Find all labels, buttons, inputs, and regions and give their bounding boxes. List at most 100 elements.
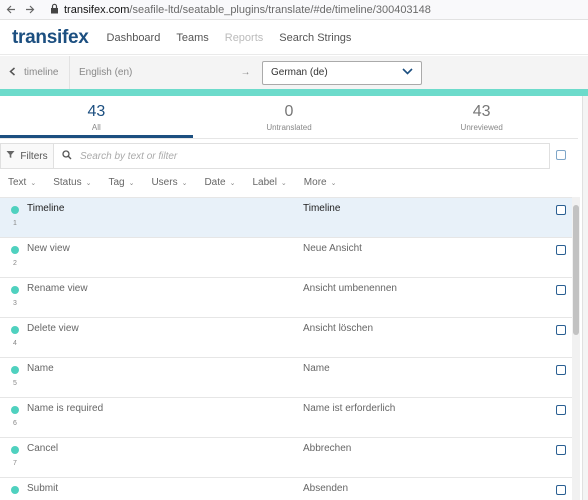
language-bar: timeline English (en) → German (de) <box>0 56 588 89</box>
browser-forward-icon[interactable] <box>22 3 36 17</box>
source-string: Name is required <box>27 403 104 414</box>
transifex-logo[interactable]: transifex <box>12 27 89 49</box>
facet-text[interactable]: Text ⌄ <box>8 177 36 188</box>
row-checkbox[interactable] <box>556 485 566 495</box>
facet-label: More <box>303 176 327 188</box>
row-checkbox[interactable] <box>556 365 566 375</box>
facet-users[interactable]: Users ⌄ <box>151 177 187 188</box>
stat-untranslated-label: Untranslated <box>266 123 312 132</box>
browser-url-bar: transifex.com/seafile-ltd/seatable_plugi… <box>0 0 588 20</box>
stat-all[interactable]: 43 All <box>0 96 193 138</box>
facet-label: Status <box>53 176 82 188</box>
row-checkbox[interactable] <box>556 445 566 455</box>
filters-button[interactable]: Filters <box>0 143 54 169</box>
facet-label: Tag <box>108 176 125 188</box>
translation-string: Name ist erforderlich <box>303 403 396 414</box>
nav-search-strings[interactable]: Search Strings <box>279 32 351 44</box>
nav-dashboard[interactable]: Dashboard <box>107 32 161 44</box>
progress-strip <box>0 89 588 96</box>
filter-row: Filters Search by text or filter <box>0 143 550 169</box>
string-stats: 43 All 0 Untranslated 43 Unreviewed <box>0 96 578 138</box>
caret-down-icon: ⌄ <box>30 179 37 187</box>
list-scrollbar-thumb[interactable] <box>573 205 579 335</box>
source-string: Submit <box>27 483 59 494</box>
translation-string: Absenden <box>303 483 349 494</box>
search-input[interactable]: Search by text or filter <box>54 143 550 169</box>
status-dot <box>11 486 19 494</box>
target-language-value: German (de) <box>271 67 328 78</box>
chevron-left-icon <box>9 66 16 79</box>
caret-down-icon: ⌄ <box>280 179 287 187</box>
source-language: English (en) <box>79 67 133 78</box>
language-arrow: → <box>240 67 251 78</box>
facet-label-filter[interactable]: Label ⌄ <box>252 177 286 188</box>
string-list: Timeline 1 Timeline New view 2 Neue Ansi… <box>0 197 572 500</box>
string-index: 6 <box>13 420 17 427</box>
chevron-down-icon <box>402 67 413 78</box>
string-row[interactable]: New view 2 Neue Ansicht <box>0 237 572 277</box>
string-row[interactable]: Delete view 4 Ansicht löschen <box>0 317 572 357</box>
status-dot <box>11 446 19 454</box>
status-dot <box>11 246 19 254</box>
row-checkbox[interactable] <box>556 405 566 415</box>
browser-back-icon[interactable] <box>4 3 18 17</box>
facet-label: Date <box>204 176 226 188</box>
translation-string: Ansicht umbenennen <box>303 283 397 294</box>
app-window: transifex.com/seafile-ltd/seatable_plugi… <box>0 0 588 500</box>
string-index: 7 <box>13 460 17 467</box>
caret-down-icon: ⌄ <box>181 179 188 187</box>
string-row[interactable]: Timeline 1 Timeline <box>0 197 572 237</box>
app-header: transifex Dashboard Teams Reports Search… <box>0 21 588 55</box>
row-checkbox[interactable] <box>556 205 566 215</box>
source-string: New view <box>27 243 70 254</box>
string-row[interactable]: Name is required 6 Name ist erforderlich <box>0 397 572 437</box>
filter-icon <box>6 150 15 162</box>
status-dot <box>11 406 19 414</box>
facet-status[interactable]: Status ⌄ <box>53 177 91 188</box>
back-label: timeline <box>24 67 59 78</box>
string-index: 1 <box>13 220 17 227</box>
string-row[interactable]: Cancel 7 Abbrechen <box>0 437 572 477</box>
string-index: 3 <box>13 300 17 307</box>
string-row[interactable]: Rename view 3 Ansicht umbenennen <box>0 277 572 317</box>
search-placeholder: Search by text or filter <box>80 150 178 162</box>
source-string: Timeline <box>27 203 65 214</box>
facet-label: Label <box>252 176 277 188</box>
select-all-checkbox[interactable] <box>556 150 566 160</box>
side-panel-edge <box>582 96 588 500</box>
filters-label: Filters <box>20 150 48 162</box>
status-dot <box>11 286 19 294</box>
stat-all-label: All <box>91 123 101 132</box>
nav-reports: Reports <box>224 31 264 44</box>
string-row[interactable]: Submit 8 Absenden <box>0 477 572 500</box>
target-language-select[interactable]: German (de) <box>262 60 422 85</box>
row-checkbox[interactable] <box>556 285 566 295</box>
nav-teams[interactable]: Teams <box>176 32 208 44</box>
facet-tag[interactable]: Tag ⌄ <box>108 177 134 188</box>
source-string: Cancel <box>27 443 59 454</box>
string-row[interactable]: Name 5 Name <box>0 357 572 397</box>
facet-label: Users <box>151 176 178 188</box>
source-string: Delete view <box>27 323 79 334</box>
stat-untranslated-count: 0 <box>284 103 294 120</box>
facet-date[interactable]: Date ⌄ <box>204 177 235 188</box>
divider <box>0 138 578 139</box>
url-path[interactable]: /seafile-ltd/seatable_plugins/translate/… <box>129 4 431 16</box>
back-to-resource-button[interactable]: timeline <box>0 56 70 89</box>
row-checkbox[interactable] <box>556 245 566 255</box>
stat-untranslated[interactable]: 0 Untranslated <box>193 96 386 138</box>
row-checkbox[interactable] <box>556 325 566 335</box>
facet-more[interactable]: More ⌄ <box>304 177 337 188</box>
string-index: 2 <box>13 260 17 267</box>
caret-down-icon: ⌄ <box>85 179 92 187</box>
url-host[interactable]: transifex.com <box>64 4 129 16</box>
status-dot <box>11 366 19 374</box>
status-dot <box>11 326 19 334</box>
lock-icon <box>50 3 59 17</box>
translation-string: Timeline <box>303 203 341 214</box>
stat-unreviewed[interactable]: 43 Unreviewed <box>385 96 578 138</box>
translation-string: Name <box>303 363 330 374</box>
stat-all-count: 43 <box>87 103 106 120</box>
caret-down-icon: ⌄ <box>128 179 135 187</box>
string-index: 5 <box>13 380 17 387</box>
